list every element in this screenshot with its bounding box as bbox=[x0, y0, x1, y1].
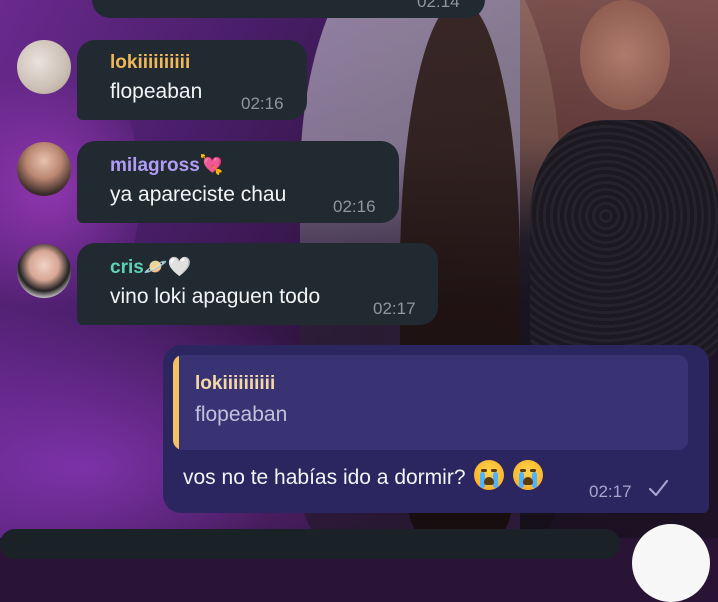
message-input-bar[interactable] bbox=[0, 529, 620, 559]
message-text: vos no te habías ido a dormir? bbox=[183, 466, 466, 489]
message-time: 02:17 bbox=[373, 299, 416, 318]
message-content: vos no te habías ido a dormir? bbox=[183, 460, 544, 490]
loudly-crying-face-icon bbox=[474, 460, 505, 490]
message-text: flopeaban bbox=[110, 80, 203, 103]
sender-name[interactable]: milagross💘 bbox=[110, 153, 223, 177]
reply-preview[interactable]: lokiiiiiiiiii flopeaban bbox=[173, 355, 688, 450]
scroll-down-button[interactable] bbox=[632, 524, 710, 602]
loudly-crying-face-icon bbox=[513, 460, 544, 490]
message-time: 02:16 bbox=[333, 197, 376, 216]
avatar[interactable] bbox=[17, 40, 71, 94]
message-text: vino loki apaguen todo bbox=[110, 285, 321, 308]
avatar[interactable] bbox=[17, 142, 71, 196]
message-bubble[interactable]: lokiiiiiiiiii flopeaban 02:16 bbox=[77, 40, 307, 120]
avatar[interactable] bbox=[17, 244, 71, 298]
sender-name[interactable]: cris🪐🤍 bbox=[110, 255, 191, 279]
message-bubble[interactable]: cris🪐🤍 vino loki apaguen todo 02:17 bbox=[77, 243, 438, 325]
message-text: ya apareciste chau bbox=[110, 183, 287, 206]
sender-name[interactable]: lokiiiiiiiiii bbox=[110, 52, 190, 74]
message-bubble-partial[interactable]: 02:14 bbox=[92, 0, 485, 18]
outgoing-message-bubble[interactable]: lokiiiiiiiiii flopeaban vos no te habías… bbox=[163, 345, 709, 513]
reply-sender-name: lokiiiiiiiiii bbox=[195, 373, 276, 394]
message-time: 02:14 bbox=[417, 0, 460, 11]
reply-text: flopeaban bbox=[195, 403, 288, 426]
message-bubble[interactable]: milagross💘 ya apareciste chau 02:16 bbox=[77, 141, 399, 223]
message-time: 02:16 bbox=[241, 94, 284, 113]
check-icon bbox=[648, 479, 669, 497]
reply-accent-bar bbox=[173, 355, 179, 450]
message-time: 02:17 bbox=[589, 482, 632, 501]
